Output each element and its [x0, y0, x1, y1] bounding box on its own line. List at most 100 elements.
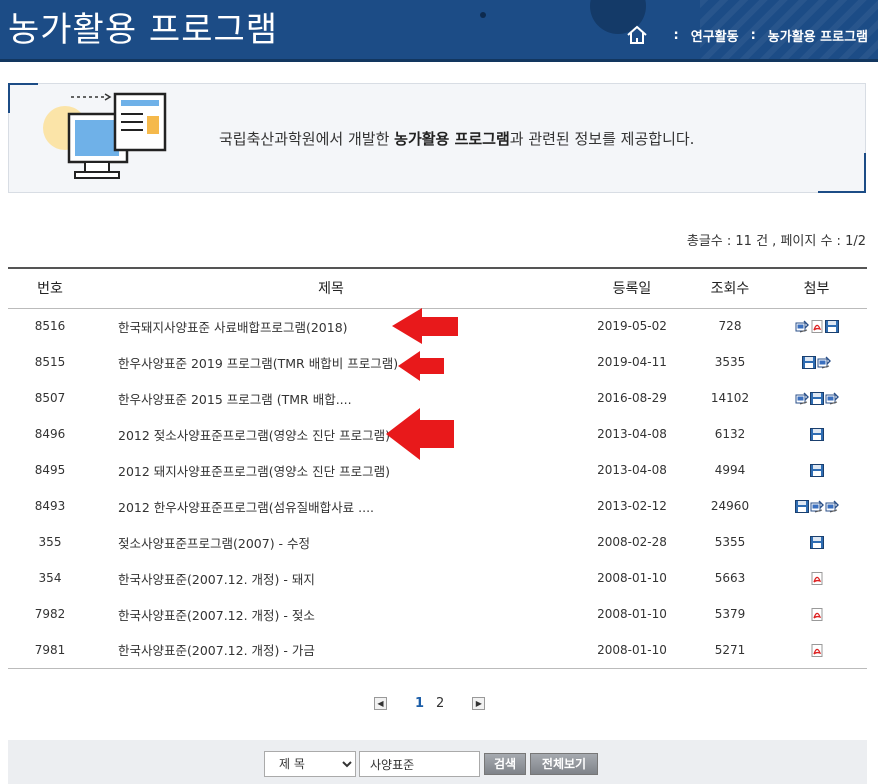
row-attachments: [766, 632, 867, 669]
intro-box: 국립축산과학원에서 개발한 농가활용 프로그램과 관련된 정보를 제공합니다.: [8, 83, 866, 193]
row-views: 24960: [710, 499, 750, 513]
red-arrow-annotation: [392, 308, 458, 344]
table-row[interactable]: 355 젖소사양표준프로그램(2007) - 수정 2008-02-28 5355: [8, 524, 867, 560]
row-number: 354: [38, 571, 62, 585]
search-button[interactable]: 검색: [484, 753, 526, 775]
row-attachments: [766, 488, 867, 524]
row-attachments: [766, 344, 867, 380]
row-date: 2016-08-29: [597, 391, 667, 405]
pdf-icon[interactable]: [809, 607, 824, 621]
view-all-button[interactable]: 전체보기: [530, 753, 598, 775]
disk-icon[interactable]: [809, 535, 824, 549]
intro-text-bold: 농가활용 프로그램: [394, 130, 510, 148]
row-title-link[interactable]: 한국사양표준(2007.12. 개정) - 젖소: [92, 596, 570, 632]
row-views: 5271: [694, 632, 766, 669]
row-date: 2013-04-08: [597, 427, 667, 441]
intro-corner: [8, 83, 38, 85]
row-title-link[interactable]: 젖소사양표준프로그램(2007) - 수정: [92, 524, 570, 560]
red-arrow-annotation: [386, 408, 454, 460]
page-header: 농가활용 프로그램 : 연구활동 : 농가활용 프로그램: [0, 0, 878, 62]
search-input[interactable]: [359, 751, 480, 777]
row-number: 7981: [8, 632, 92, 669]
search-bar: 제 목 검색 전체보기: [8, 740, 867, 784]
row-date: 2008-01-10: [597, 607, 667, 621]
program-icon[interactable]: [824, 499, 839, 513]
breadcrumb-separator: :: [750, 27, 756, 43]
intro-corner: [8, 83, 10, 113]
prev-page-button[interactable]: ◀: [374, 697, 387, 710]
disk-icon[interactable]: [802, 355, 817, 369]
computer-illustration: [43, 92, 167, 179]
row-views: 6132: [714, 427, 746, 441]
page-1[interactable]: 1: [415, 696, 424, 711]
intro-text: 과 관련된 정보를 제공합니다.: [509, 130, 695, 148]
row-title-link[interactable]: 한우사양표준 2019 프로그램(TMR 배합비 프로그램): [92, 344, 570, 380]
disk-icon[interactable]: [809, 463, 824, 477]
row-date: 2008-01-10: [597, 571, 667, 585]
breadcrumb-research[interactable]: 연구활동: [691, 26, 739, 45]
row-number: 8507: [34, 391, 66, 405]
row-attachments: [766, 308, 867, 344]
row-title-link[interactable]: 2012 돼지사양표준프로그램(영양소 진단 프로그램): [92, 452, 570, 488]
intro-corner: [818, 191, 866, 193]
table-header-row: 번호 제목 등록일 조회수 첨부: [8, 267, 867, 309]
table-row[interactable]: 8493 2012 한우사양표준프로그램(섬유질배합사료 .... 2013-02-…: [8, 488, 867, 524]
row-number: 8515: [34, 355, 66, 369]
row-number: 8495: [34, 463, 66, 477]
row-date: 2008-02-28: [597, 535, 667, 549]
row-title-link[interactable]: 한국돼지사양표준 사료배합프로그램(2018): [92, 308, 570, 344]
row-date: 2013-02-12: [597, 499, 667, 513]
row-date: 2019-05-02: [597, 319, 667, 334]
page-2[interactable]: 2: [436, 696, 444, 711]
program-icon[interactable]: [794, 391, 809, 405]
search-field-select[interactable]: 제 목: [264, 751, 356, 777]
total-count: 총글수 : 11 건 , 페이지 수 : 1/2: [686, 234, 866, 249]
row-attachments: [766, 380, 867, 416]
breadcrumb-current[interactable]: 농가활용 프로그램: [768, 26, 868, 45]
red-arrow-annotation: [398, 351, 444, 381]
program-icon[interactable]: [809, 499, 824, 513]
next-page-button[interactable]: ▶: [472, 697, 486, 710]
row-date: 2013-04-08: [597, 463, 667, 477]
disk-icon[interactable]: [809, 427, 824, 441]
row-attachments: [766, 596, 867, 632]
table-row[interactable]: 7982 한국사양표준(2007.12. 개정) - 젖소 2008-01-10 53…: [8, 596, 867, 632]
pdf-icon[interactable]: [809, 571, 824, 585]
program-icon[interactable]: [794, 319, 809, 333]
row-views: 728: [718, 319, 742, 334]
header-views: 조회수: [694, 267, 766, 309]
breadcrumb-separator: :: [673, 27, 679, 43]
pdf-icon[interactable]: [809, 319, 824, 334]
row-title-link[interactable]: 2012 젖소사양표준프로그램(영양소 진단 프로그램): [92, 416, 570, 452]
pagination: ◀ 1 2 ▶: [374, 696, 486, 711]
page-title: 농가활용 프로그램: [8, 10, 279, 50]
disk-icon[interactable]: [794, 499, 809, 513]
header-title: 제목: [92, 267, 570, 309]
row-number: 8496: [34, 427, 66, 441]
row-attachments: [766, 416, 867, 452]
header-decoration-dot: [480, 12, 486, 18]
row-attachments: [766, 560, 867, 596]
intro-text: 국립축산과학원에서 개발한: [219, 130, 395, 148]
row-title-link[interactable]: 한우사양표준 2015 프로그램 (TMR 배합....: [92, 380, 570, 416]
row-title-link[interactable]: 2012 한우사양표준프로그램(섬유질배합사료 ....: [92, 488, 570, 524]
row-title-link[interactable]: 한국사양표준(2007.12. 개정) - 돼지: [92, 560, 570, 596]
row-title-link[interactable]: 한국사양표준(2007.12. 개정) - 가금: [92, 632, 570, 669]
row-views: 3535: [714, 355, 746, 369]
row-views: 4994: [714, 463, 746, 477]
header-attachment: 첨부: [766, 267, 867, 309]
row-number: 7982: [34, 607, 66, 621]
disk-icon[interactable]: [809, 391, 824, 405]
pdf-icon[interactable]: [809, 643, 824, 657]
program-icon[interactable]: [817, 355, 832, 369]
row-views: 5379: [714, 607, 746, 621]
row-date: 2019-04-11: [597, 355, 667, 369]
row-number: 355: [38, 535, 62, 549]
disk-icon[interactable]: [824, 319, 839, 334]
table-row[interactable]: 7981 한국사양표준(2007.12. 개정) - 가금 2008-01-10 52…: [8, 632, 867, 669]
program-icon[interactable]: [824, 391, 839, 405]
intro-corner: [864, 153, 866, 193]
home-icon[interactable]: [626, 24, 648, 46]
row-views: 14102: [710, 391, 750, 405]
table-row[interactable]: 354 한국사양표준(2007.12. 개정) - 돼지 2008-01-10 566…: [8, 560, 867, 596]
